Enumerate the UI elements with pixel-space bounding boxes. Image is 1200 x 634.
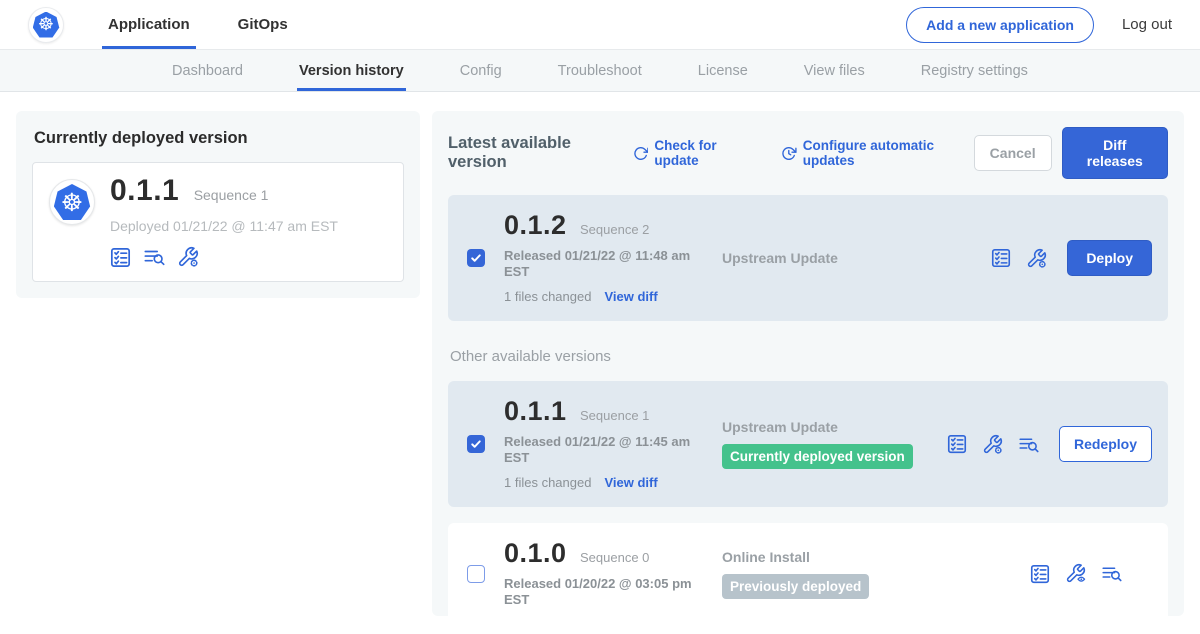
released-timestamp: Released 01/21/22 @ 11:45 am EST — [504, 434, 696, 466]
files-changed-label: 1 files changed — [504, 289, 591, 304]
source-label: Upstream Update — [722, 250, 991, 266]
version-info: 0.1.2 Sequence 2 Released 01/21/22 @ 11:… — [504, 211, 716, 305]
diff-select-checkbox[interactable] — [467, 565, 485, 583]
version-row-0-1-0: 0.1.0 Sequence 0 Released 01/20/22 @ 03:… — [448, 523, 1168, 624]
top-tab-application[interactable]: Application — [102, 0, 196, 49]
subnav-tab-license[interactable]: License — [696, 50, 750, 91]
top-nav-spacer — [330, 0, 906, 49]
view-diff-link[interactable]: View diff — [604, 289, 657, 304]
deploy-logs-icon[interactable] — [1018, 434, 1039, 455]
preflight-checks-icon[interactable] — [1030, 564, 1050, 584]
deployed-action-icons — [110, 246, 338, 268]
config-gear-icon[interactable] — [1026, 248, 1047, 269]
preflight-checks-icon[interactable] — [947, 434, 967, 454]
subnav-tab-config[interactable]: Config — [458, 50, 504, 91]
view-diff-link[interactable]: View diff — [604, 475, 657, 490]
app-subnav: Dashboard Version history Config Trouble… — [0, 50, 1200, 92]
diff-select-checkbox[interactable] — [467, 249, 485, 267]
version-actions — [1030, 563, 1152, 584]
currently-deployed-badge: Currently deployed version — [722, 444, 913, 469]
deployed-timestamp: Deployed 01/21/22 @ 11:47 am EST — [110, 218, 338, 234]
check-for-update-link[interactable]: Check for update — [633, 138, 755, 168]
subnav-tab-registry-settings[interactable]: Registry settings — [919, 50, 1030, 91]
version-sequence: Sequence 0 — [580, 550, 649, 565]
version-number: 0.1.1 — [504, 396, 567, 426]
subnav-tab-troubleshoot[interactable]: Troubleshoot — [556, 50, 644, 91]
other-available-versions-title: Other available versions — [450, 348, 1166, 365]
checkmark-icon — [470, 438, 482, 450]
checkmark-icon — [470, 252, 482, 264]
version-info: 0.1.0 Sequence 0 Released 01/20/22 @ 03:… — [504, 539, 716, 608]
version-row-0-1-1: 0.1.1 Sequence 1 Released 01/21/22 @ 11:… — [448, 381, 1168, 507]
main-content: Currently deployed version ☸ 0.1.1 Seque… — [0, 92, 1200, 616]
version-number: 0.1.0 — [504, 538, 567, 568]
version-sequence: Sequence 1 — [580, 408, 649, 423]
version-history-panel: Latest available version Check for updat… — [432, 111, 1184, 616]
version-number: 0.1.2 — [504, 210, 567, 240]
released-timestamp: Released 01/20/22 @ 03:05 pm EST — [504, 576, 696, 608]
deploy-button[interactable]: Deploy — [1067, 240, 1152, 276]
deploy-logs-icon[interactable] — [143, 246, 165, 268]
config-gear-icon[interactable] — [177, 246, 199, 268]
version-source: Upstream Update — [716, 250, 991, 266]
add-new-application-button[interactable]: Add a new application — [906, 7, 1094, 43]
panel-header: Latest available version Check for updat… — [448, 127, 1168, 179]
diff-select-checkbox[interactable] — [467, 435, 485, 453]
currently-deployed-title: Currently deployed version — [34, 129, 404, 148]
latest-available-title: Latest available version — [448, 134, 619, 172]
version-info: 0.1.1 Sequence 1 Released 01/21/22 @ 11:… — [504, 397, 716, 491]
deploy-logs-icon[interactable] — [1101, 563, 1122, 584]
version-row-0-1-2: 0.1.2 Sequence 2 Released 01/21/22 @ 11:… — [448, 195, 1168, 321]
version-sequence: Sequence 2 — [580, 222, 649, 237]
diff-releases-button[interactable]: Diff releases — [1062, 127, 1168, 179]
app-logo: ☸ — [49, 179, 95, 225]
source-label: Upstream Update — [722, 419, 947, 435]
configure-automatic-updates-link[interactable]: Configure automatic updates — [781, 138, 974, 168]
subnav-tab-version-history[interactable]: Version history — [297, 50, 406, 91]
top-nav-tabs: Application GitOps — [102, 0, 330, 49]
deployed-version-number: 0.1.1 — [110, 174, 179, 207]
cancel-button[interactable]: Cancel — [974, 135, 1052, 171]
deployed-version-info: 0.1.1 Sequence 1 Deployed 01/21/22 @ 11:… — [110, 176, 338, 268]
preflight-checks-icon[interactable] — [991, 248, 1011, 268]
subnav-tab-view-files[interactable]: View files — [802, 50, 867, 91]
redeploy-button[interactable]: Redeploy — [1059, 426, 1152, 462]
currently-deployed-card: Currently deployed version ☸ 0.1.1 Seque… — [16, 111, 420, 298]
released-timestamp: Released 01/21/22 @ 11:48 am EST — [504, 248, 696, 280]
top-tab-gitops[interactable]: GitOps — [232, 0, 294, 49]
previously-deployed-badge: Previously deployed — [722, 574, 869, 599]
kubernetes-app-icon: ☸ — [54, 184, 91, 220]
files-changed-label: 1 files changed — [504, 475, 591, 490]
version-source: Online Install Previously deployed — [716, 549, 1030, 599]
deployed-sequence: Sequence 1 — [194, 187, 269, 203]
source-label: Online Install — [722, 549, 1030, 565]
config-gear-icon[interactable] — [982, 434, 1003, 455]
auto-update-clock-icon — [781, 145, 797, 162]
subnav-tab-dashboard[interactable]: Dashboard — [170, 50, 245, 91]
logout-link[interactable]: Log out — [1122, 16, 1172, 33]
version-actions: Deploy — [991, 240, 1152, 276]
refresh-icon — [633, 145, 649, 162]
version-source: Upstream Update Currently deployed versi… — [716, 419, 947, 469]
version-actions: Redeploy — [947, 426, 1152, 462]
top-nav: ☸ Application GitOps Add a new applicati… — [0, 0, 1200, 50]
kubernetes-logo-icon: ☸ — [33, 12, 60, 38]
config-view-icon[interactable] — [1065, 563, 1086, 584]
deployed-version-card: ☸ 0.1.1 Sequence 1 Deployed 01/21/22 @ 1… — [32, 162, 404, 282]
kubernetes-logo[interactable]: ☸ — [28, 7, 64, 43]
preflight-checks-icon[interactable] — [110, 247, 131, 268]
